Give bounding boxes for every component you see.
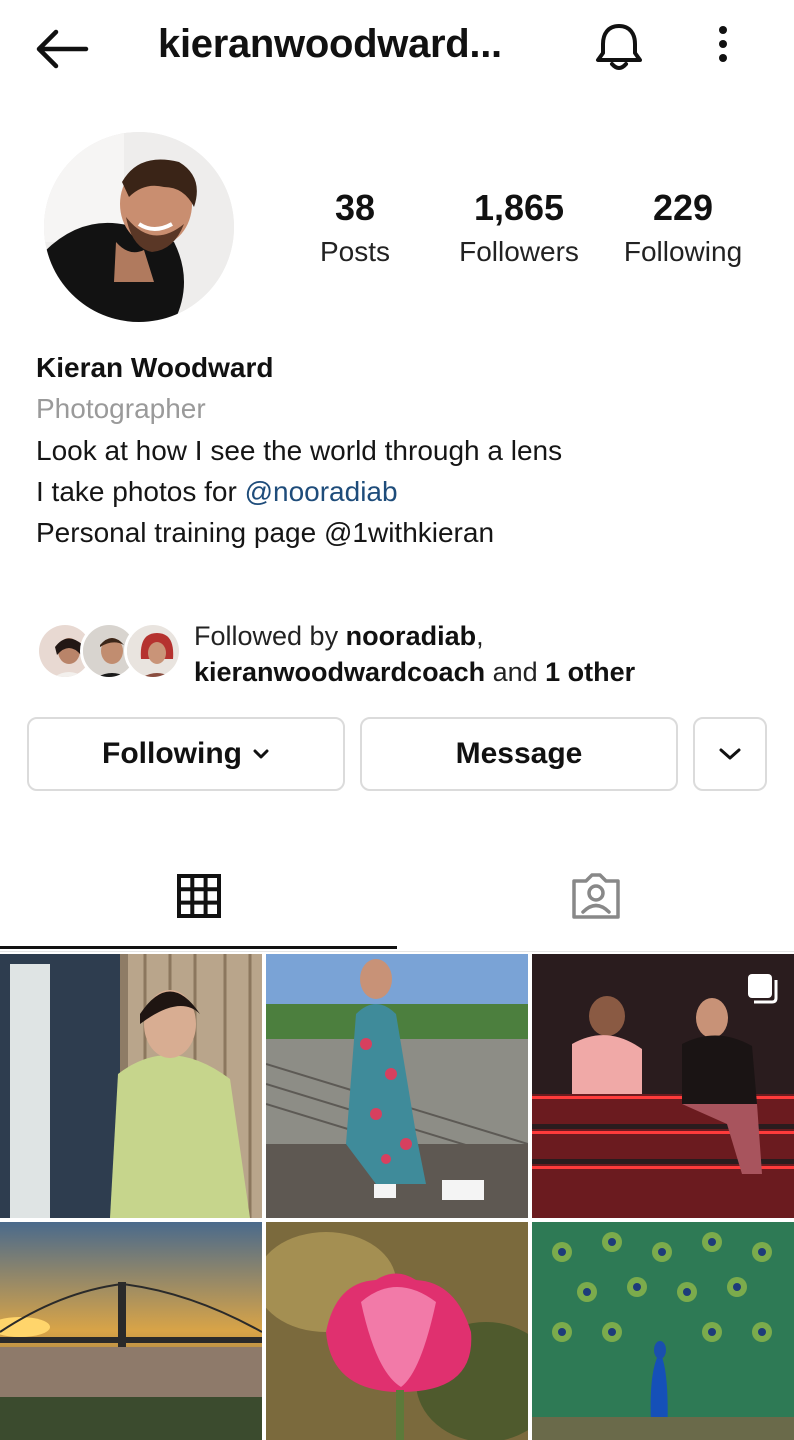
- bio-line-2-text: I take photos for: [36, 476, 245, 507]
- profile-category: Photographer: [36, 393, 206, 424]
- profile-avatar[interactable]: [44, 132, 234, 322]
- posts-grid: [0, 954, 794, 1440]
- post-thumbnail[interactable]: [532, 1222, 794, 1440]
- profile-bio: Kieran Woodward Photographer Look at how…: [36, 348, 766, 553]
- chevron-down-icon: [253, 749, 269, 759]
- post-thumbnail[interactable]: [532, 954, 794, 1218]
- tabs-divider: [0, 951, 794, 952]
- tab-posts-grid[interactable]: [0, 840, 397, 952]
- bio-line-2: I take photos for @nooradiab: [36, 471, 766, 512]
- mutual-followers-others[interactable]: 1 other: [545, 657, 635, 687]
- posts-count: 38: [334, 187, 376, 228]
- bell-icon: [596, 24, 642, 70]
- followed-by-and: and: [485, 657, 546, 687]
- followed-by-sep: ,: [476, 621, 484, 651]
- followers-label: Followers: [459, 236, 579, 267]
- post-thumbnail[interactable]: [0, 1222, 262, 1440]
- following-label: Following: [623, 236, 743, 267]
- suggested-accounts-button[interactable]: [693, 717, 767, 791]
- following-count: 229: [652, 187, 714, 228]
- more-vertical-icon: [719, 26, 727, 62]
- follower-avatar-3: [124, 622, 182, 680]
- display-name: Kieran Woodward: [36, 352, 274, 383]
- profile-username: kieranwoodward...: [158, 22, 502, 66]
- tab-tagged[interactable]: [397, 840, 794, 952]
- bio-mention-link[interactable]: @nooradiab: [245, 476, 398, 507]
- mutual-follower-1[interactable]: nooradiab: [346, 621, 477, 651]
- followers-stat[interactable]: 1,865 Followers: [444, 188, 594, 270]
- more-options-button[interactable]: [700, 20, 746, 74]
- arrow-left-icon: [36, 29, 89, 69]
- followed-by-prefix: Followed by: [194, 621, 346, 651]
- post-thumbnail[interactable]: [266, 954, 528, 1218]
- active-tab-indicator: [0, 946, 397, 949]
- profile-photo: [44, 132, 234, 322]
- following-stat[interactable]: 229 Following: [610, 188, 756, 270]
- post-thumbnail[interactable]: [266, 1222, 528, 1440]
- followed-by-row[interactable]: Followed by nooradiab, kieranwoodwardcoa…: [36, 618, 776, 688]
- posts-stat[interactable]: 38 Posts: [300, 188, 410, 270]
- back-button[interactable]: [30, 22, 92, 76]
- post-thumbnail[interactable]: [0, 954, 262, 1218]
- following-button-label: Following: [102, 737, 242, 770]
- carousel-icon: [748, 974, 778, 1004]
- profile-tabs: [0, 840, 794, 952]
- posts-label: Posts: [319, 236, 391, 267]
- message-button-label: Message: [455, 737, 583, 770]
- top-bar: kieranwoodward...: [0, 0, 794, 96]
- notifications-button[interactable]: [590, 20, 648, 74]
- mutual-follower-2[interactable]: kieranwoodwardcoach: [194, 657, 485, 687]
- bio-line-3: Personal training page @1withkieran: [36, 517, 495, 548]
- chevron-down-icon: [719, 748, 741, 760]
- followers-count: 1,865: [473, 187, 565, 228]
- followed-by-text: Followed by nooradiab, kieranwoodwardcoa…: [194, 618, 784, 690]
- message-button[interactable]: Message: [360, 717, 678, 791]
- grid-icon: [176, 874, 221, 918]
- following-button[interactable]: Following: [27, 717, 345, 791]
- bio-line-1: Look at how I see the world through a le…: [36, 435, 563, 466]
- tagged-person-icon: [571, 873, 620, 919]
